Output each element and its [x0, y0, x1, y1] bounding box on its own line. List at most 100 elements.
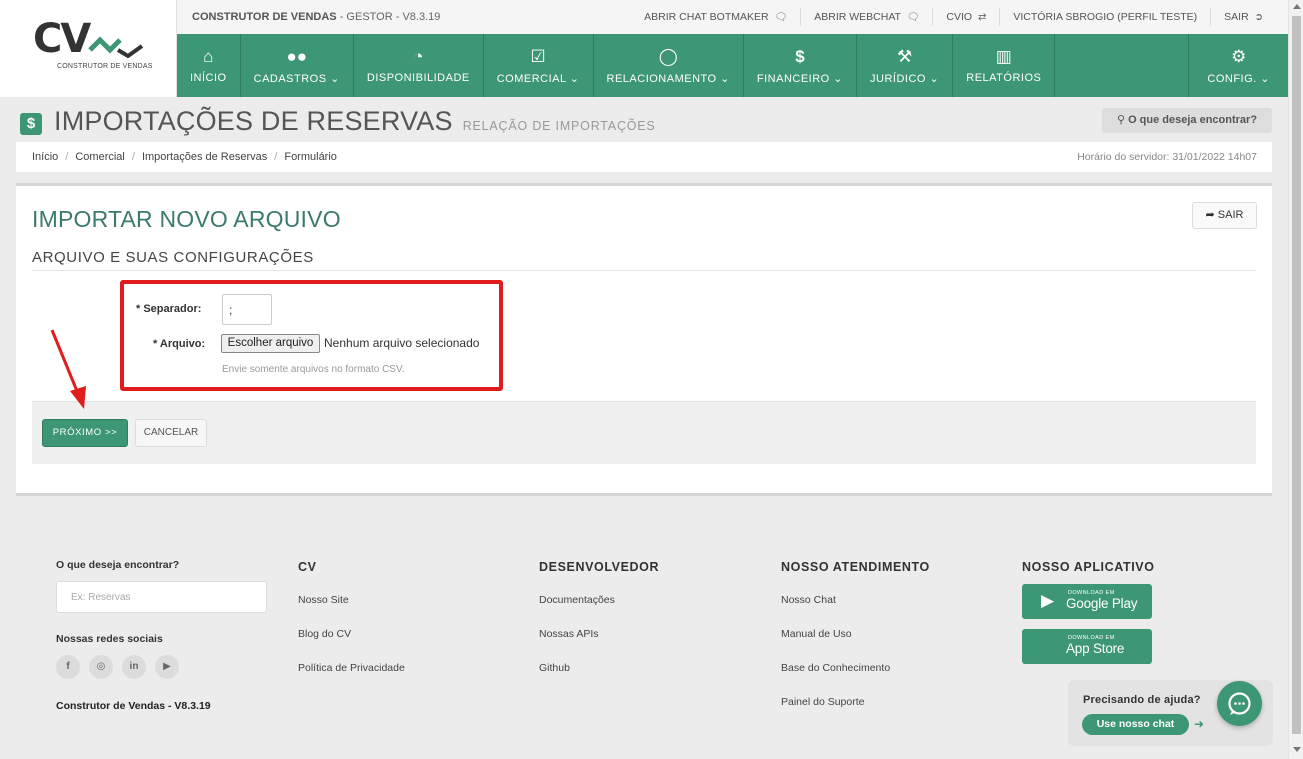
search-label: O que deseja encontrar? [1128, 114, 1258, 126]
nav-item-cadastros[interactable]: ●● CADASTROS ⌄ [241, 34, 354, 97]
breadcrumb-item[interactable]: Importações de Reservas [142, 151, 267, 163]
exit-button[interactable]: ➦ SAIR [1192, 202, 1257, 229]
youtube-icon[interactable]: ▶ [155, 655, 179, 679]
nav-label: RELACIONAMENTO ⌄ [606, 72, 730, 85]
exchange-icon: ⇄ [978, 12, 987, 23]
logout-link[interactable]: SAIR ➲ [1210, 8, 1276, 26]
nav-item-relatorios[interactable]: ▥ RELATÓRIOS [953, 34, 1056, 97]
nav-label: JURÍDICO ⌄ [870, 72, 940, 85]
system-bar: CONSTRUTOR DE VENDAS - GESTOR - V8.3.19 … [177, 0, 1288, 34]
next-button[interactable]: PRÓXIMO >> [42, 419, 128, 447]
link-label: VICTÓRIA SBROGIO (PERFIL TESTE) [1013, 11, 1198, 23]
footer-link[interactable]: Base do Conhecimento [781, 662, 930, 674]
chevron-down-icon: ⌄ [929, 72, 940, 85]
scroll-down-icon[interactable] [1293, 747, 1301, 752]
footer-link[interactable]: Nosso Site [298, 594, 405, 606]
nav-label: RELATÓRIOS [966, 72, 1042, 84]
server-time: Horário do servidor: 31/01/2022 14h07 [1077, 151, 1257, 163]
nav-label: COMERCIAL ⌄ [496, 72, 580, 85]
chat-fab-button[interactable] [1217, 681, 1262, 726]
sign-out-icon: ➲ [1254, 12, 1263, 23]
logo-mark: CV [33, 16, 91, 62]
logo[interactable]: CV CONSTRUTOR DE VENDAS [0, 0, 177, 97]
linkedin-icon[interactable]: in [122, 655, 146, 679]
use-chat-button[interactable]: Use nosso chat [1082, 714, 1189, 735]
nav-item-config[interactable]: ⚙ CONFIG. ⌄ [1188, 34, 1288, 97]
store-name: Google Play [1066, 596, 1138, 611]
global-search-button[interactable]: ⚲ O que deseja encontrar? [1102, 108, 1272, 133]
nav-label: INÍCIO [190, 72, 227, 84]
open-botmaker-chat-link[interactable]: ABRIR CHAT BOTMAKER 🗨 [631, 8, 800, 26]
cancel-button[interactable]: CANCELAR [135, 419, 207, 447]
store-name: App Store [1066, 641, 1125, 656]
instagram-icon[interactable]: ◎ [89, 655, 113, 679]
scrollbar-thumb[interactable] [1292, 16, 1301, 734]
share-arrow-icon: ➦ [1205, 209, 1215, 221]
footer-col-cv: CV Nosso Site Blog do CV Política de Pri… [298, 560, 405, 696]
cvio-link[interactable]: CVIO ⇄ [932, 8, 999, 26]
open-webchat-link[interactable]: ABRIR WEBCHAT 🗨 [800, 8, 932, 26]
footer-link[interactable]: Nosso Chat [781, 594, 930, 606]
link-label: CVIO [946, 11, 973, 23]
annotation-highlight-box [120, 280, 503, 391]
chat-icon: 🗨 [774, 12, 788, 23]
footer-link[interactable]: Documentações [539, 594, 659, 606]
footer-link[interactable]: Nossas APIs [539, 628, 659, 640]
nav-label: CONFIG. ⌄ [1207, 72, 1270, 85]
footer-search-label: O que deseja encontrar? [56, 559, 180, 571]
exit-label: SAIR [1217, 209, 1244, 221]
chat-bubble-icon [1228, 692, 1251, 715]
link-label: SAIR [1224, 11, 1249, 23]
facebook-icon[interactable]: f [56, 655, 80, 679]
nav-item-disponibilidade[interactable]: ◔ DISPONIBILIDADE [354, 34, 484, 97]
scrollbar[interactable] [1288, 0, 1303, 759]
google-play-badge[interactable]: ▶ DOWNLOAD EM Google Play [1022, 584, 1152, 619]
money-icon: $ [20, 113, 42, 135]
breadcrumb: Início / Comercial / Importações de Reservas… [16, 142, 1272, 172]
gear-icon: ⚙ [1231, 46, 1247, 66]
scroll-up-icon[interactable] [1293, 4, 1301, 9]
nav-item-financeiro[interactable]: $ FINANCEIRO ⌄ [744, 34, 858, 97]
chat-icon: 🗨 [906, 12, 920, 23]
breadcrumb-separator: / [131, 151, 135, 163]
footer-col-title: DESENVOLVEDOR [539, 560, 660, 574]
nav-item-comercial[interactable]: ☑ COMERCIAL ⌄ [484, 34, 594, 97]
main-nav: ⌂ INÍCIO ●● CADASTROS ⌄ ◔ DISPONIBILIDAD… [177, 34, 1288, 97]
users-icon: ●● [286, 46, 308, 66]
nav-item-relacionamento[interactable]: ◯ RELACIONAMENTO ⌄ [594, 34, 744, 97]
chevron-down-icon: ⌄ [833, 72, 844, 85]
dashboard-icon: ◔ [413, 47, 424, 66]
form-heading: IMPORTAR NOVO ARQUIVO [32, 206, 341, 232]
footer-link[interactable]: Política de Privacidade [298, 662, 405, 674]
app-version: - GESTOR - V8.3.19 [336, 11, 441, 23]
social-label: Nossas redes sociais [56, 633, 163, 645]
breadcrumb-item[interactable]: Comercial [75, 151, 125, 163]
dollar-icon: $ [795, 46, 805, 66]
nav-item-juridico[interactable]: ⚒ JURÍDICO ⌄ [857, 34, 954, 97]
footer-link[interactable]: Blog do CV [298, 628, 405, 640]
help-title: Precisando de ajuda? [1083, 694, 1201, 706]
app-store-badge[interactable]: DOWNLOAD EM App Store [1022, 629, 1152, 664]
search-icon: ⚲ [1116, 114, 1125, 126]
chevron-down-icon: ⌄ [330, 72, 340, 85]
home-icon: ⌂ [203, 47, 214, 66]
breadcrumb-item[interactable]: Início [32, 151, 58, 163]
footer: O que deseja encontrar? Ex: Reservas Nos… [0, 500, 1288, 759]
footer-col-support: NOSSO ATENDIMENTO Nosso Chat Manual de U… [781, 560, 930, 730]
footer-col-developer: DESENVOLVEDOR Documentações Nossas APIs … [539, 560, 659, 696]
nav-item-inicio[interactable]: ⌂ INÍCIO [177, 34, 241, 97]
breadcrumb-item: Formulário [284, 151, 337, 163]
chevron-down-icon: ⌄ [720, 72, 730, 85]
footer-search-input[interactable]: Ex: Reservas [56, 581, 267, 613]
user-profile-link[interactable]: VICTÓRIA SBROGIO (PERFIL TESTE) [999, 8, 1210, 26]
footer-link[interactable]: Painel do Suporte [781, 696, 930, 708]
comments-icon: ◯ [658, 46, 678, 66]
footer-link[interactable]: Manual de Uso [781, 628, 930, 640]
form-actions: PRÓXIMO >> CANCELAR [32, 401, 1256, 464]
page-subtitle: RELAÇÃO DE IMPORTAÇÕES [462, 119, 656, 133]
google-play-icon: ▶ [1041, 591, 1055, 610]
footer-link[interactable]: Github [539, 662, 659, 674]
logo-wave-icon [88, 36, 144, 58]
chevron-down-icon: ⌄ [569, 72, 580, 85]
nav-label: FINANCEIRO ⌄ [756, 72, 844, 85]
